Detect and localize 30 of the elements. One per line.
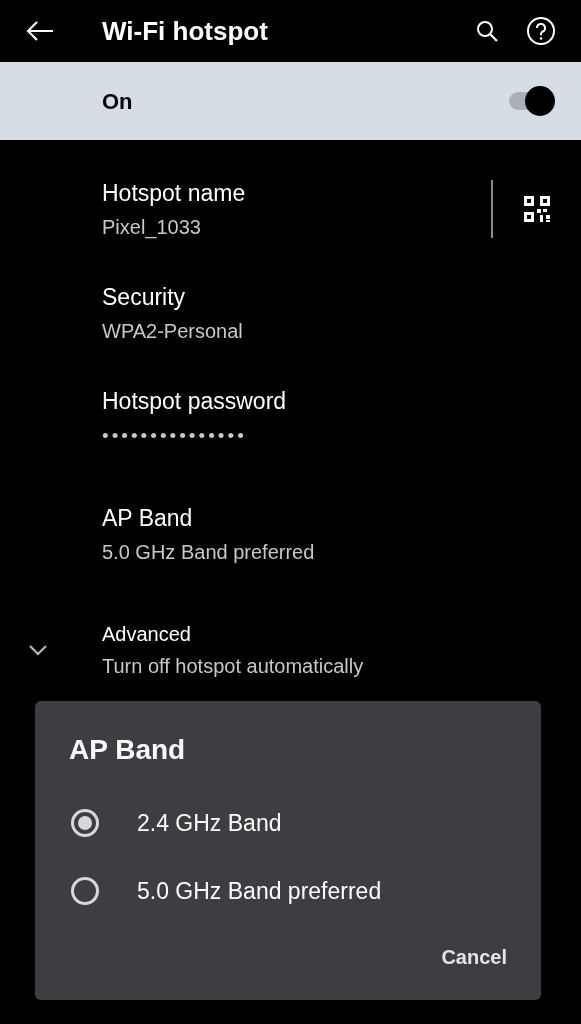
screen-title: Wi-Fi hotspot xyxy=(102,14,269,48)
setting-summary: 5.0 GHz Band preferred xyxy=(102,540,316,566)
dialog-title: AP Band xyxy=(69,733,186,767)
setting-row[interactable]: Advanced Turn off hotspot automatically xyxy=(0,603,581,697)
option-label: 2.4 GHz Band xyxy=(137,808,282,838)
toggle-switch[interactable] xyxy=(509,86,555,116)
setting-row[interactable]: Hotspot password ••••••••••••••• xyxy=(0,370,581,464)
setting-title: Security xyxy=(102,282,187,312)
cancel-button[interactable]: Cancel xyxy=(441,942,507,972)
setting-title: Hotspot password xyxy=(102,386,288,416)
help-button[interactable] xyxy=(525,15,557,47)
option-label: 5.0 GHz Band preferred xyxy=(137,876,382,906)
radio-option[interactable]: 5.0 GHz Band preferred xyxy=(35,857,541,925)
setting-summary: Pixel_1033 xyxy=(102,215,202,241)
setting-title: AP Band xyxy=(102,503,194,533)
setting-row[interactable]: AP Band 5.0 GHz Band preferred xyxy=(0,487,581,581)
setting-summary: Turn off hotspot automatically xyxy=(102,654,365,679)
setting-summary: ••••••••••••••• xyxy=(102,424,248,448)
setting-title: Advanced xyxy=(102,622,192,647)
qr-code-button[interactable] xyxy=(523,195,551,223)
chevron-down-icon xyxy=(28,644,48,656)
setting-summary: WPA2-Personal xyxy=(102,319,244,345)
setting-row[interactable]: Hotspot name Pixel_1033 xyxy=(0,162,581,256)
setting-title: Hotspot name xyxy=(102,178,247,208)
radio-button[interactable] xyxy=(71,809,99,837)
radio-option[interactable]: 2.4 GHz Band xyxy=(35,789,541,857)
switch-label: On xyxy=(102,87,134,116)
setting-row[interactable]: Security WPA2-Personal xyxy=(0,266,581,360)
main-switch-bar[interactable]: On xyxy=(0,62,581,140)
radio-button[interactable] xyxy=(71,877,99,905)
